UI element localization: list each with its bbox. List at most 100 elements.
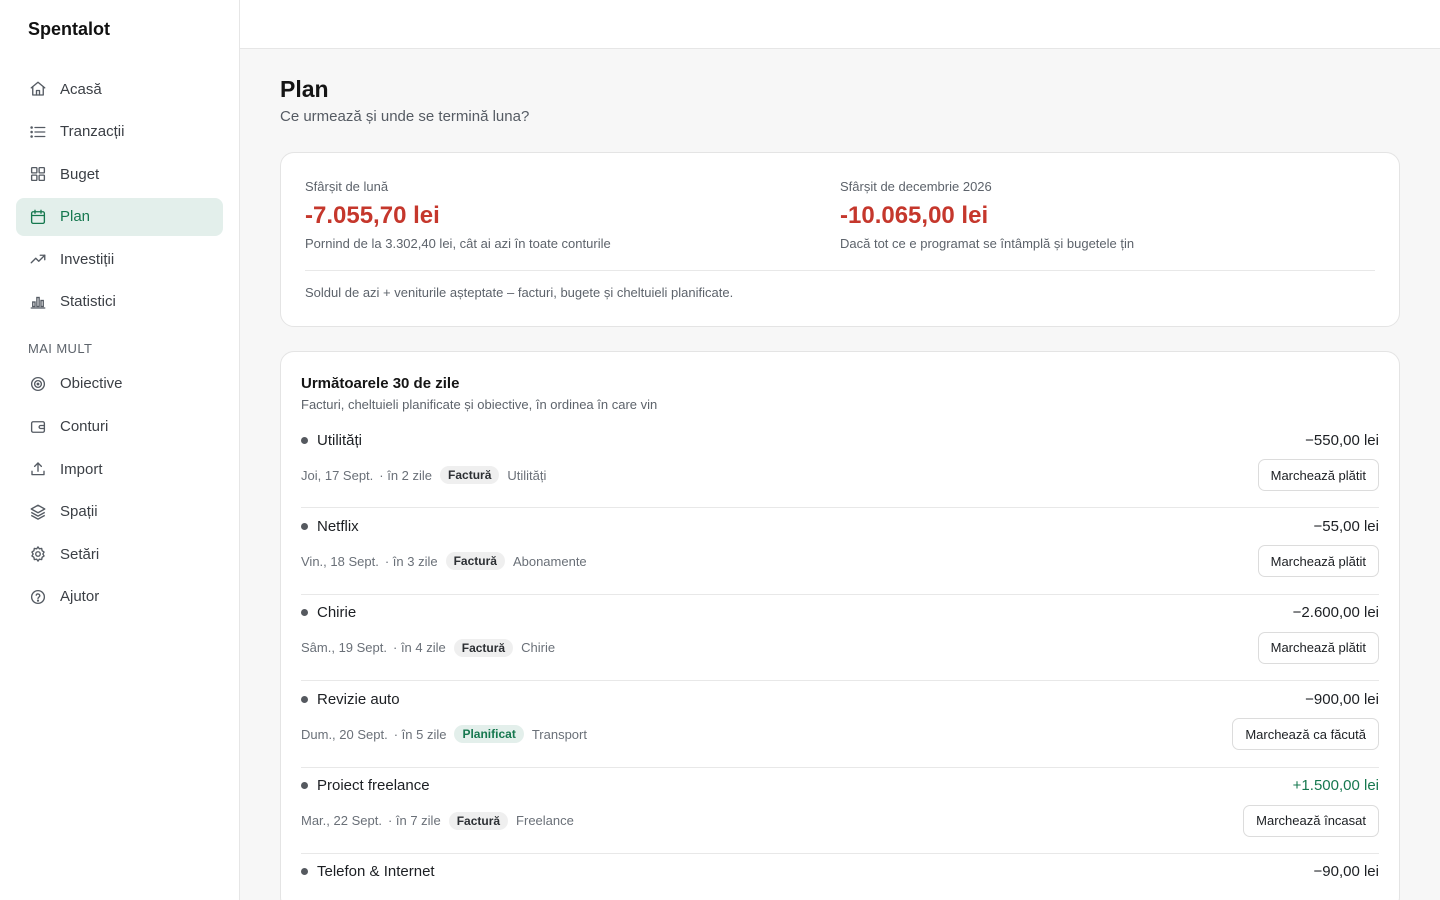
year-end-value: -10.065,00 lei xyxy=(840,202,989,229)
year-end-label: Sfârșit de decembrie 2026 xyxy=(840,179,992,194)
sidebar-item-ajutor[interactable]: Ajutor xyxy=(16,578,223,616)
list-item: Netflix −55,00 lei Vin., 18 Sept. · în 3… xyxy=(301,508,1379,595)
item-category: Chirie xyxy=(521,640,556,656)
sidebar-item-acasa[interactable]: Acasă xyxy=(16,70,223,108)
upload-icon xyxy=(28,459,48,479)
help-circle-icon xyxy=(28,587,48,607)
item-type-badge: Planificat xyxy=(454,725,524,744)
item-type-badge: Factură xyxy=(445,552,505,571)
item-name: Utilități xyxy=(317,431,363,449)
sidebar-item-label: Spații xyxy=(60,503,98,521)
sidebar-item-label: Obiective xyxy=(60,375,123,393)
section-label-more: MAI MULT xyxy=(28,340,93,356)
upcoming-subtitle: Facturi, cheltuieli planificate și obiec… xyxy=(301,397,658,412)
page-content: Plan Ce urmează și unde se termină luna?… xyxy=(240,49,1440,900)
item-category: Transport xyxy=(531,726,587,742)
sidebar-item-setari[interactable]: Setări xyxy=(16,535,223,573)
item-type-badge: Factură xyxy=(440,466,500,484)
item-name: Chirie xyxy=(317,604,357,622)
sidebar-item-conturi[interactable]: Conturi xyxy=(16,408,223,446)
page-title: Plan xyxy=(280,76,329,102)
calendar-icon xyxy=(28,207,48,227)
item-amount: −900,00 lei xyxy=(1305,690,1379,708)
item-amount: −55,00 lei xyxy=(1313,517,1379,535)
upcoming-card: Următoarele 30 de zile Facturi, cheltuie… xyxy=(280,351,1400,900)
month-end-value: -7.055,70 lei xyxy=(305,202,440,229)
forecast-summary-card: Sfârșit de lună -7.055,70 lei Pornind de… xyxy=(280,152,1400,327)
sidebar-item-label: Tranzacții xyxy=(60,123,125,141)
item-name: Netflix xyxy=(317,517,359,535)
bullet-icon xyxy=(301,868,308,876)
top-bar xyxy=(240,0,1440,49)
app-logo[interactable]: Spentalot xyxy=(16,18,223,40)
upcoming-title: Următoarele 30 de zile xyxy=(301,375,460,392)
sidebar-item-label: Import xyxy=(60,460,103,478)
sidebar-item-plan[interactable]: Plan xyxy=(16,197,223,236)
sidebar-item-label: Statistici xyxy=(60,293,116,311)
month-end-note: Pornind de la 3.302,40 lei, cât ai azi î… xyxy=(305,236,611,251)
item-date: Sâm., 19 Sept. xyxy=(301,640,387,656)
sidebar-item-buget[interactable]: Buget xyxy=(16,155,223,193)
sidebar-item-label: Conturi xyxy=(60,418,109,436)
item-amount: +1.500,00 lei xyxy=(1292,777,1379,795)
bullet-icon xyxy=(301,695,308,703)
mark-done-button[interactable]: Marchează ca făcută xyxy=(1232,718,1379,751)
bullet-icon xyxy=(301,522,308,530)
mark-paid-button[interactable]: Marchează plătit xyxy=(1257,545,1379,578)
mark-paid-button[interactable]: Marchează plătit xyxy=(1257,631,1379,664)
item-category: Abonamente xyxy=(512,553,587,569)
bullet-icon xyxy=(301,782,308,790)
item-category: Freelance xyxy=(516,813,574,829)
list-item: Revizie auto −900,00 lei Dum., 20 Sept. … xyxy=(301,681,1379,768)
sidebar: Spentalot Acasă Tranzacții Buget Plan In… xyxy=(0,0,240,900)
item-date: Dum., 20 Sept. xyxy=(301,726,388,742)
item-amount: −90,00 lei xyxy=(1313,863,1379,881)
layers-icon xyxy=(28,502,48,522)
item-date: Vin., 18 Sept. xyxy=(301,553,379,569)
item-amount: −550,00 lei xyxy=(1305,431,1379,449)
item-relative-date: · în 7 zile xyxy=(387,813,441,829)
sidebar-item-label: Plan xyxy=(60,208,91,226)
main-area: Plan Ce urmează și unde se termină luna?… xyxy=(240,0,1440,900)
month-end-forecast: Sfârșit de lună -7.055,70 lei Pornind de… xyxy=(305,179,840,252)
sidebar-item-spatii[interactable]: Spații xyxy=(16,493,223,531)
wallet-icon xyxy=(28,417,48,437)
sidebar-item-label: Ajutor xyxy=(60,588,100,606)
month-end-label: Sfârșit de lună xyxy=(305,179,389,194)
upcoming-list: Utilități −550,00 lei Joi, 17 Sept. · în… xyxy=(301,422,1379,900)
year-end-forecast: Sfârșit de decembrie 2026 -10.065,00 lei… xyxy=(840,179,1375,252)
mark-paid-button[interactable]: Marchează plătit xyxy=(1257,459,1379,491)
sidebar-item-obiective[interactable]: Obiective xyxy=(16,365,223,403)
sidebar-item-tranzactii[interactable]: Tranzacții xyxy=(16,113,223,151)
forecast-footnote: Soldul de azi + veniturile așteptate – f… xyxy=(305,285,734,300)
year-end-note: Dacă tot ce e programat se întâmplă și b… xyxy=(840,236,1135,251)
grid-icon xyxy=(28,164,48,184)
list-icon xyxy=(28,122,48,142)
list-item: Proiect freelance +1.500,00 lei Mar., 22… xyxy=(301,768,1379,854)
home-icon xyxy=(28,79,48,99)
sidebar-item-import[interactable]: Import xyxy=(16,450,223,488)
item-name: Proiect freelance xyxy=(317,777,430,795)
sidebar-item-statistici[interactable]: Statistici xyxy=(16,283,223,321)
list-item: Utilități −550,00 lei Joi, 17 Sept. · în… xyxy=(301,422,1379,509)
gear-icon xyxy=(28,544,48,564)
app-root: Spentalot Acasă Tranzacții Buget Plan In… xyxy=(0,0,1440,900)
mark-received-button[interactable]: Marchează încasat xyxy=(1243,804,1379,837)
page-subtitle: Ce urmează și unde se termină luna? xyxy=(280,108,530,125)
item-relative-date: · în 2 zile xyxy=(379,467,433,483)
sidebar-item-label: Investiții xyxy=(60,250,115,268)
item-name: Telefon & Internet xyxy=(317,863,435,881)
list-item: Telefon & Internet −90,00 lei xyxy=(301,854,1379,900)
item-amount: −2.600,00 lei xyxy=(1292,604,1379,622)
item-type-badge: Factură xyxy=(448,811,509,830)
item-type-badge: Factură xyxy=(453,638,514,657)
sidebar-item-investitii[interactable]: Investiții xyxy=(16,240,223,278)
item-relative-date: · în 4 zile xyxy=(393,640,446,656)
item-category: Utilități xyxy=(507,467,547,483)
bullet-icon xyxy=(301,436,308,444)
item-date: Mar., 22 Sept. xyxy=(301,813,382,829)
divider xyxy=(305,270,1375,271)
sidebar-item-label: Setări xyxy=(60,545,100,563)
list-item: Chirie −2.600,00 lei Sâm., 19 Sept. · în… xyxy=(301,595,1379,682)
item-relative-date: · în 5 zile xyxy=(393,726,447,742)
